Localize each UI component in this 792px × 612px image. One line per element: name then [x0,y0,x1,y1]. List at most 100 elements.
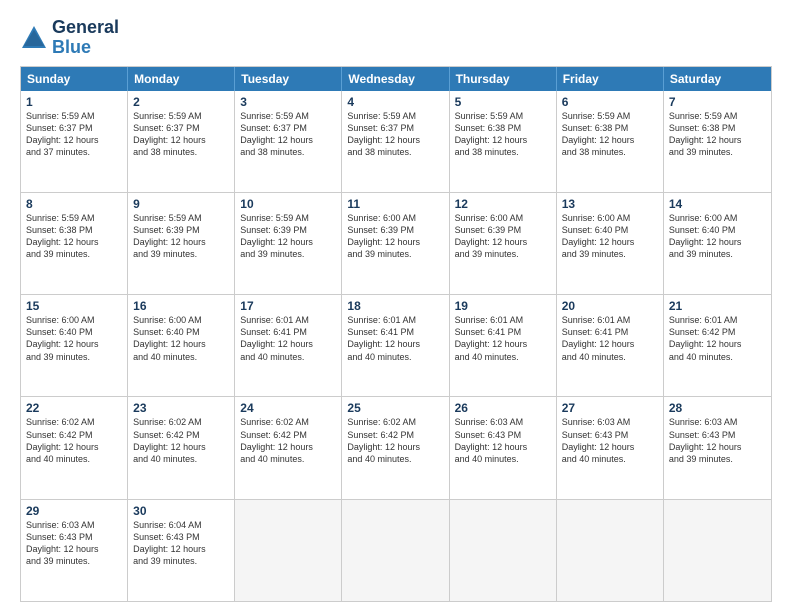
day-number: 5 [455,95,551,109]
day-cell-2: 2Sunrise: 5:59 AM Sunset: 6:37 PM Daylig… [128,91,235,192]
day-cell-16: 16Sunrise: 6:00 AM Sunset: 6:40 PM Dayli… [128,295,235,396]
day-info: Sunrise: 5:59 AM Sunset: 6:37 PM Dayligh… [347,110,443,159]
day-cell-11: 11Sunrise: 6:00 AM Sunset: 6:39 PM Dayli… [342,193,449,294]
day-number: 10 [240,197,336,211]
day-number: 21 [669,299,766,313]
day-number: 13 [562,197,658,211]
day-cell-30: 30Sunrise: 6:04 AM Sunset: 6:43 PM Dayli… [128,500,235,601]
header-day-friday: Friday [557,67,664,91]
calendar-row-4: 22 Sunrise: 6:02 AM Sunset: 6:42 PM Dayli… [21,396,771,498]
day-info: Sunrise: 6:02 AM Sunset: 6:42 PM Dayligh… [347,416,443,465]
header-day-monday: Monday [128,67,235,91]
day-number: 20 [562,299,658,313]
day-number: 17 [240,299,336,313]
day-info: Sunrise: 6:01 AM Sunset: 6:41 PM Dayligh… [240,314,336,363]
day-number: 29 [26,504,122,518]
day-info: Sunrise: 6:02 AM Sunset: 6:42 PM Dayligh… [240,416,336,465]
header: General Blue [20,18,772,58]
day-cell-17: 17Sunrise: 6:01 AM Sunset: 6:41 PM Dayli… [235,295,342,396]
day-info: Sunrise: 5:59 AM Sunset: 6:38 PM Dayligh… [26,212,122,261]
day-cell-19: 19Sunrise: 6:01 AM Sunset: 6:41 PM Dayli… [450,295,557,396]
day-number: 22 [26,401,122,415]
calendar-row-3: 15Sunrise: 6:00 AM Sunset: 6:40 PM Dayli… [21,294,771,396]
day-cell-21: 21Sunrise: 6:01 AM Sunset: 6:42 PM Dayli… [664,295,771,396]
day-info: Sunrise: 6:04 AM Sunset: 6:43 PM Dayligh… [133,519,229,568]
day-number: 19 [455,299,551,313]
day-number: 15 [26,299,122,313]
day-cell-5: 5Sunrise: 5:59 AM Sunset: 6:38 PM Daylig… [450,91,557,192]
day-info: Sunrise: 6:00 AM Sunset: 6:40 PM Dayligh… [562,212,658,261]
day-cell-20: 20Sunrise: 6:01 AM Sunset: 6:41 PM Dayli… [557,295,664,396]
day-number: 1 [26,95,122,109]
day-number: 16 [133,299,229,313]
day-number: 14 [669,197,766,211]
header-day-wednesday: Wednesday [342,67,449,91]
header-day-thursday: Thursday [450,67,557,91]
day-info: Sunrise: 6:01 AM Sunset: 6:41 PM Dayligh… [455,314,551,363]
empty-cell [450,500,557,601]
logo: General Blue [20,18,119,58]
day-number: 9 [133,197,229,211]
calendar: SundayMondayTuesdayWednesdayThursdayFrid… [20,66,772,602]
empty-cell [664,500,771,601]
day-info: Sunrise: 6:00 AM Sunset: 6:40 PM Dayligh… [669,212,766,261]
day-number: 18 [347,299,443,313]
day-cell-27: 27Sunrise: 6:03 AM Sunset: 6:43 PM Dayli… [557,397,664,498]
day-cell-25: 25Sunrise: 6:02 AM Sunset: 6:42 PM Dayli… [342,397,449,498]
day-info: Sunrise: 6:00 AM Sunset: 6:39 PM Dayligh… [455,212,551,261]
day-cell-15: 15Sunrise: 6:00 AM Sunset: 6:40 PM Dayli… [21,295,128,396]
day-cell-6: 6Sunrise: 5:59 AM Sunset: 6:38 PM Daylig… [557,91,664,192]
calendar-header: SundayMondayTuesdayWednesdayThursdayFrid… [21,67,771,91]
calendar-row-1: 1Sunrise: 5:59 AM Sunset: 6:37 PM Daylig… [21,91,771,192]
day-info: Sunrise: 5:59 AM Sunset: 6:37 PM Dayligh… [133,110,229,159]
day-info: Sunrise: 6:01 AM Sunset: 6:41 PM Dayligh… [347,314,443,363]
day-info: Sunrise: 6:00 AM Sunset: 6:40 PM Dayligh… [133,314,229,363]
day-cell-13: 13Sunrise: 6:00 AM Sunset: 6:40 PM Dayli… [557,193,664,294]
day-cell-26: 26Sunrise: 6:03 AM Sunset: 6:43 PM Dayli… [450,397,557,498]
day-info: Sunrise: 5:59 AM Sunset: 6:37 PM Dayligh… [240,110,336,159]
day-number: 6 [562,95,658,109]
day-info: Sunrise: 6:03 AM Sunset: 6:43 PM Dayligh… [669,416,766,465]
day-number: 12 [455,197,551,211]
header-day-sunday: Sunday [21,67,128,91]
header-day-tuesday: Tuesday [235,67,342,91]
day-cell-23: 23Sunrise: 6:02 AM Sunset: 6:42 PM Dayli… [128,397,235,498]
day-info: Sunrise: 5:59 AM Sunset: 6:38 PM Dayligh… [455,110,551,159]
day-cell-3: 3Sunrise: 5:59 AM Sunset: 6:37 PM Daylig… [235,91,342,192]
logo-icon [20,24,48,52]
day-cell-4: 4Sunrise: 5:59 AM Sunset: 6:37 PM Daylig… [342,91,449,192]
day-number: 23 [133,401,229,415]
day-number: 3 [240,95,336,109]
day-cell-7: 7Sunrise: 5:59 AM Sunset: 6:38 PM Daylig… [664,91,771,192]
day-number: 8 [26,197,122,211]
day-number: 30 [133,504,229,518]
day-info: Sunrise: 5:59 AM Sunset: 6:39 PM Dayligh… [133,212,229,261]
day-cell-14: 14Sunrise: 6:00 AM Sunset: 6:40 PM Dayli… [664,193,771,294]
day-number: 28 [669,401,766,415]
day-cell-10: 10Sunrise: 5:59 AM Sunset: 6:39 PM Dayli… [235,193,342,294]
empty-cell [235,500,342,601]
day-info: Sunrise: 6:00 AM Sunset: 6:40 PM Dayligh… [26,314,122,363]
day-number: 4 [347,95,443,109]
day-info: Sunrise: 5:59 AM Sunset: 6:37 PM Dayligh… [26,110,122,159]
day-info: Sunrise: 6:03 AM Sunset: 6:43 PM Dayligh… [562,416,658,465]
day-number: 2 [133,95,229,109]
day-cell-22: 22Sunrise: 6:02 AM Sunset: 6:42 PM Dayli… [21,397,128,498]
calendar-row-2: 8Sunrise: 5:59 AM Sunset: 6:38 PM Daylig… [21,192,771,294]
day-info: Sunrise: 6:02 AM Sunset: 6:42 PM Dayligh… [133,416,229,465]
day-cell-29: 29Sunrise: 6:03 AM Sunset: 6:43 PM Dayli… [21,500,128,601]
empty-cell [342,500,449,601]
day-number: 26 [455,401,551,415]
day-cell-18: 18Sunrise: 6:01 AM Sunset: 6:41 PM Dayli… [342,295,449,396]
day-cell-1: 1Sunrise: 5:59 AM Sunset: 6:37 PM Daylig… [21,91,128,192]
day-cell-8: 8Sunrise: 5:59 AM Sunset: 6:38 PM Daylig… [21,193,128,294]
calendar-body: 1Sunrise: 5:59 AM Sunset: 6:37 PM Daylig… [21,91,771,601]
day-info: Sunrise: 6:03 AM Sunset: 6:43 PM Dayligh… [26,519,122,568]
logo-text: General Blue [52,18,119,58]
day-number: 11 [347,197,443,211]
day-info: Sunrise: 6:00 AM Sunset: 6:39 PM Dayligh… [347,212,443,261]
day-cell-12: 12Sunrise: 6:00 AM Sunset: 6:39 PM Dayli… [450,193,557,294]
day-number: 7 [669,95,766,109]
calendar-row-5: 29Sunrise: 6:03 AM Sunset: 6:43 PM Dayli… [21,499,771,601]
day-number: 24 [240,401,336,415]
